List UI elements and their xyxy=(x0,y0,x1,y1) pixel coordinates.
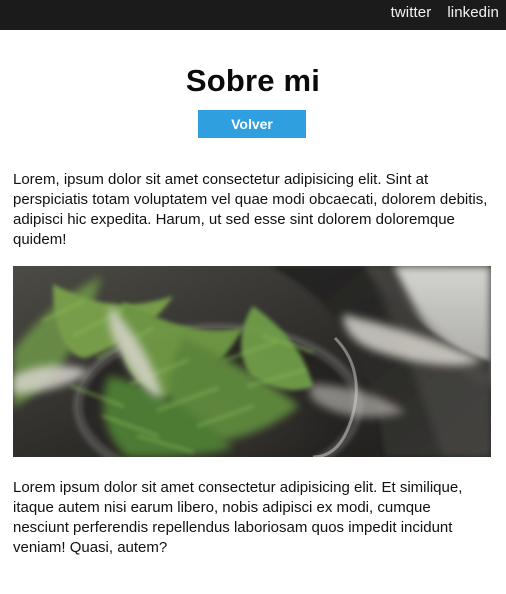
top-navigation-bar: twitter linkedin xyxy=(0,0,506,30)
intro-paragraph: Lorem, ipsum dolor sit amet consectetur … xyxy=(13,171,488,248)
twitter-link[interactable]: twitter xyxy=(391,4,432,22)
linkedin-link[interactable]: linkedin xyxy=(447,4,499,22)
back-button[interactable]: Volver xyxy=(198,110,306,138)
potted-plant-photo xyxy=(13,266,491,457)
page-title: Sobre mi xyxy=(185,63,321,98)
outro-paragraph: Lorem ipsum dolor sit amet consectetur a… xyxy=(13,479,463,556)
social-links: twitter linkedin xyxy=(391,4,499,22)
plant-image-illustration xyxy=(13,266,491,457)
